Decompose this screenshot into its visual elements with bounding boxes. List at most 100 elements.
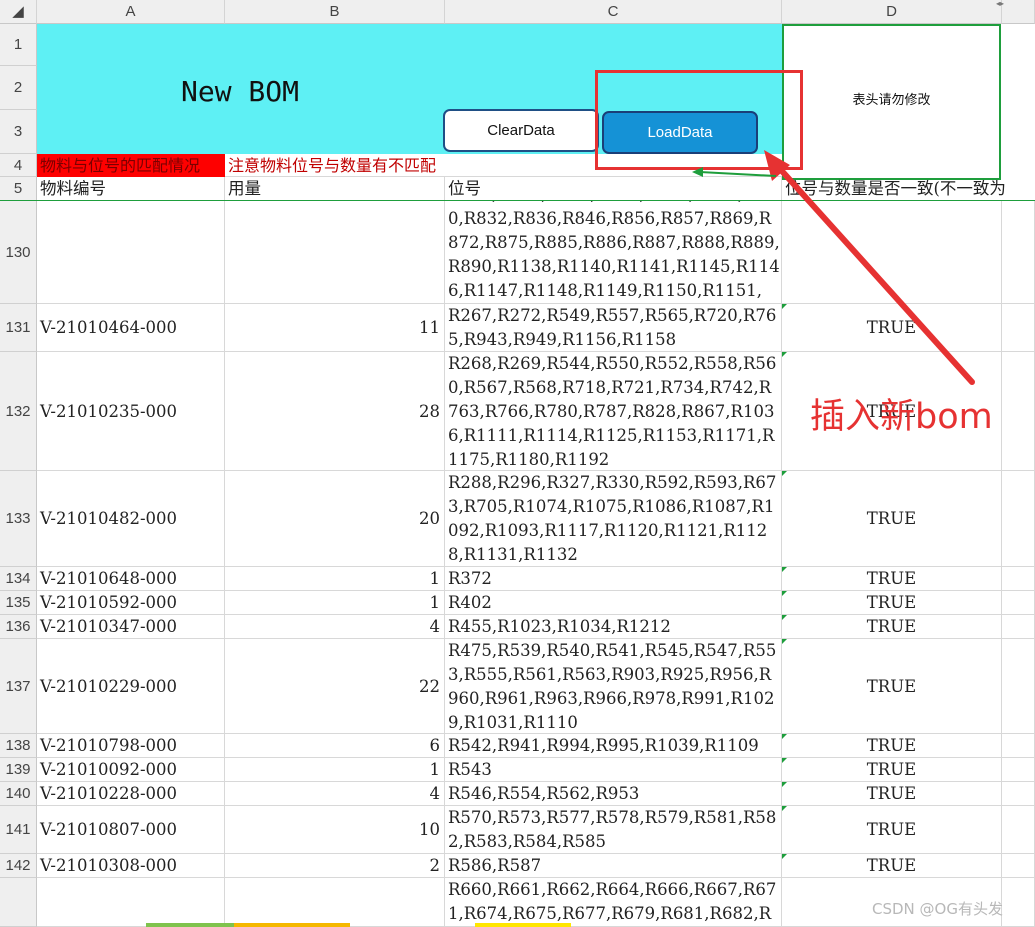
designators-cell[interactable]: R570,R573,R577,R578,R579,R581,R582,R583,… [445, 806, 782, 854]
row-header[interactable]: 139 [0, 758, 37, 782]
row-header[interactable]: 133 [0, 471, 37, 567]
column-header-b[interactable]: B [225, 0, 445, 24]
quantity-cell[interactable] [225, 878, 445, 927]
empty-cell[interactable] [1002, 615, 1035, 639]
designators-cell[interactable]: R543 [445, 758, 782, 782]
part-number-cell[interactable]: V-21010482-000 [37, 471, 225, 567]
quantity-cell[interactable]: 6 [225, 734, 445, 758]
empty-cell[interactable] [1002, 471, 1035, 567]
designators-cell[interactable]: R267,R272,R549,R557,R565,R720,R765,R943,… [445, 304, 782, 352]
empty-cell[interactable] [1002, 782, 1035, 806]
quantity-cell[interactable]: 22 [225, 639, 445, 734]
column-split-icon[interactable]: ◂▸ [996, 0, 1014, 8]
quantity-cell[interactable]: 1 [225, 758, 445, 782]
consistency-cell[interactable]: TRUE [782, 782, 1002, 806]
col-label-quantity: 用量 [225, 177, 445, 201]
row-header[interactable]: 142 [0, 854, 37, 878]
designators-cell[interactable]: R586,R587 [445, 854, 782, 878]
row-header-2[interactable]: 2 [0, 66, 37, 110]
designators-cell[interactable]: R288,R296,R327,R330,R592,R593,R673,R705,… [445, 471, 782, 567]
quantity-cell[interactable] [225, 201, 445, 304]
consistency-cell[interactable]: TRUE [782, 304, 1002, 352]
quantity-cell[interactable]: 2 [225, 854, 445, 878]
select-all-corner[interactable]: ◢ [0, 0, 37, 24]
part-number-cell[interactable] [37, 201, 225, 304]
part-number-cell[interactable]: V-21010798-000 [37, 734, 225, 758]
quantity-cell[interactable]: 11 [225, 304, 445, 352]
consistency-cell[interactable]: TRUE [782, 854, 1002, 878]
empty-cell[interactable] [1002, 201, 1035, 304]
consistency-cell[interactable]: TRUE [782, 806, 1002, 854]
row-header[interactable]: 135 [0, 591, 37, 615]
designators-cell[interactable]: R402 [445, 591, 782, 615]
part-number-cell[interactable]: V-21010229-000 [37, 639, 225, 734]
empty-cell[interactable] [1002, 806, 1035, 854]
consistency-cell[interactable]: TRUE [782, 615, 1002, 639]
designators-cell[interactable]: R546,R554,R562,R953 [445, 782, 782, 806]
consistency-cell[interactable]: TRUE [782, 639, 1002, 734]
row-header[interactable]: 131 [0, 304, 37, 352]
row-header[interactable]: 132 [0, 352, 37, 471]
error-indicator [782, 854, 787, 859]
quantity-cell[interactable]: 4 [225, 782, 445, 806]
row-header-5[interactable]: 5 [0, 177, 37, 201]
row-header[interactable]: 137 [0, 639, 37, 734]
column-header-d[interactable]: D [782, 0, 1002, 24]
part-number-cell[interactable]: V-21010092-000 [37, 758, 225, 782]
col-label-part-number: 物料编号 [37, 177, 225, 201]
consistency-cell[interactable] [782, 201, 1002, 304]
part-number-cell[interactable]: V-21010648-000 [37, 567, 225, 591]
part-number-cell[interactable]: V-21010235-000 [37, 352, 225, 471]
column-header-a[interactable]: A [37, 0, 225, 24]
row-header-1[interactable]: 1 [0, 24, 37, 66]
error-indicator [782, 806, 787, 811]
error-indicator [782, 615, 787, 620]
quantity-cell[interactable]: 10 [225, 806, 445, 854]
part-number-cell[interactable]: V-21010464-000 [37, 304, 225, 352]
designators-cell[interactable]: R455,R1023,R1034,R1212 [445, 615, 782, 639]
sheet-strip-green [146, 923, 234, 927]
consistency-cell[interactable]: TRUE [782, 758, 1002, 782]
empty-cell[interactable] [1002, 734, 1035, 758]
empty-cell[interactable] [1002, 639, 1035, 734]
quantity-cell[interactable]: 28 [225, 352, 445, 471]
row-header[interactable]: 138 [0, 734, 37, 758]
row-header[interactable]: 130 [0, 201, 37, 304]
quantity-cell[interactable]: 20 [225, 471, 445, 567]
designators-cell[interactable]: R542,R941,R994,R995,R1039,R1109 [445, 734, 782, 758]
designators-cell[interactable]: R475,R539,R540,R541,R545,R547,R553,R555,… [445, 639, 782, 734]
part-number-cell[interactable]: V-21010807-000 [37, 806, 225, 854]
error-indicator [782, 591, 787, 596]
empty-cell[interactable] [1002, 304, 1035, 352]
consistency-cell[interactable]: TRUE [782, 567, 1002, 591]
empty-cell[interactable] [1002, 758, 1035, 782]
consistency-cell[interactable]: TRUE [782, 734, 1002, 758]
designators-cell[interactable]: R268,R269,R544,R550,R552,R558,R560,R567,… [445, 352, 782, 471]
consistency-cell[interactable]: TRUE [782, 471, 1002, 567]
empty-cell[interactable] [1002, 591, 1035, 615]
quantity-cell[interactable]: 1 [225, 567, 445, 591]
quantity-cell[interactable]: 4 [225, 615, 445, 639]
column-header-c[interactable]: C [445, 0, 782, 24]
row-header-3[interactable]: 3 [0, 110, 37, 154]
empty-cell[interactable] [1002, 567, 1035, 591]
designators-cell[interactable]: R372 [445, 567, 782, 591]
row-header[interactable]: 136 [0, 615, 37, 639]
designators-cell[interactable]: R660,R661,R662,R664,R666,R667,R671,R674,… [445, 878, 782, 927]
part-number-cell[interactable]: V-21010228-000 [37, 782, 225, 806]
row-header[interactable] [0, 878, 37, 927]
designators-cell[interactable]: R790,R799,R800,R807,R817,R818,R830,R832,… [445, 201, 782, 304]
row-header-4[interactable]: 4 [0, 154, 37, 177]
row-header[interactable]: 141 [0, 806, 37, 854]
part-number-cell[interactable] [37, 878, 225, 927]
consistency-cell[interactable]: TRUE [782, 591, 1002, 615]
row-header[interactable]: 140 [0, 782, 37, 806]
error-indicator [782, 782, 787, 787]
part-number-cell[interactable]: V-21010347-000 [37, 615, 225, 639]
quantity-cell[interactable]: 1 [225, 591, 445, 615]
part-number-cell[interactable]: V-21010592-000 [37, 591, 225, 615]
empty-cell[interactable] [1002, 854, 1035, 878]
row-header[interactable]: 134 [0, 567, 37, 591]
part-number-cell[interactable]: V-21010308-000 [37, 854, 225, 878]
clear-data-button[interactable]: ClearData [443, 109, 599, 152]
